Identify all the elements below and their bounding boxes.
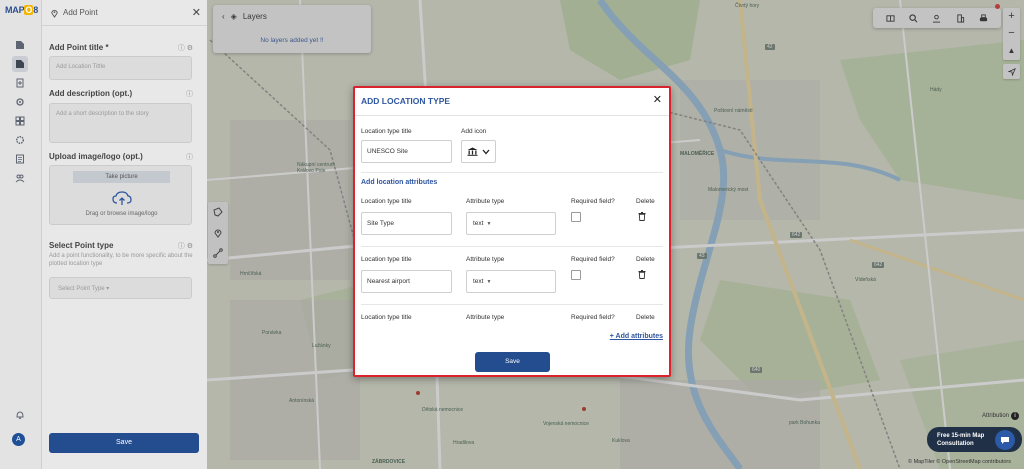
info-gear-icons[interactable]: ⓘ ⚙ <box>178 43 193 53</box>
info-icon[interactable]: ⓘ <box>186 89 193 99</box>
point-title-input[interactable]: Add Location Tittle <box>49 56 192 80</box>
take-picture-button[interactable]: Take picture <box>73 171 170 183</box>
attr-title-label: Location type title <box>361 314 412 321</box>
add-point-panel: Add Point ✕ Add Point title * ⓘ ⚙ Add Lo… <box>42 0 207 469</box>
drag-browse-text: Drag or browse image/logo <box>85 211 158 217</box>
edit-icon[interactable] <box>12 37 28 53</box>
attr-type-label: Attribute type <box>466 314 505 321</box>
point-type-label: Select Point type <box>49 241 114 250</box>
attributes-heading: Add location attributes <box>361 179 438 186</box>
trash-icon[interactable] <box>638 270 646 279</box>
close-icon[interactable]: ✕ <box>653 93 662 106</box>
chevron-down-icon <box>482 149 490 154</box>
chat-icon[interactable] <box>995 430 1015 450</box>
point-type-value: Select Point Type <box>58 286 105 292</box>
add-icon-label: Add icon <box>461 128 487 135</box>
map-copyright: © MapTiler © OpenStreetMap contributors <box>908 459 1011 465</box>
gear-icon[interactable] <box>12 132 28 148</box>
point-type-help: Add a point functionality, to be more sp… <box>49 253 193 267</box>
location-type-title-input[interactable]: UNESCO Site <box>361 140 452 163</box>
add-location-type-modal: ADD LOCATION TYPE ✕ Location type title … <box>353 86 671 377</box>
edit-active-icon[interactable] <box>12 56 28 72</box>
avatar[interactable]: A <box>12 433 25 446</box>
caret-down-icon: ▼ <box>486 221 492 227</box>
divider <box>361 304 663 305</box>
caret-down-icon: ▾ <box>106 286 110 292</box>
attribution[interactable]: Attribution i <box>982 412 1020 420</box>
point-type-select[interactable]: Select Point Type ▾ <box>49 277 192 299</box>
info-icon[interactable]: ⓘ <box>186 152 193 162</box>
app-logo[interactable]: MAPO8 <box>5 5 38 15</box>
attr-title-label: Location type title <box>361 198 412 205</box>
attr-type-label: Attribute type <box>466 256 505 263</box>
upload-dropzone[interactable]: Take picture Drag or browse image/logo <box>49 165 192 225</box>
required-label: Required field? <box>571 256 615 263</box>
icon-rail: MAPO8 A <box>0 0 42 469</box>
attr-title-input[interactable]: Nearest airport <box>361 270 452 293</box>
save-button[interactable]: Save <box>49 433 199 453</box>
panel-header: Add Point <box>42 0 207 26</box>
caret-down-icon: ▼ <box>486 279 492 285</box>
icon-picker[interactable] <box>461 140 496 163</box>
modal-save-button[interactable]: Save <box>475 352 550 372</box>
divider <box>361 172 663 173</box>
attr-title-input[interactable]: Site Type <box>361 212 452 235</box>
modal-title: ADD LOCATION TYPE <box>361 96 451 106</box>
settings-icon[interactable] <box>12 94 28 110</box>
museum-icon <box>467 147 478 156</box>
attr-type-label: Attribute type <box>466 198 505 205</box>
required-label: Required field? <box>571 198 615 205</box>
close-icon[interactable]: ✕ <box>192 6 201 19</box>
trash-icon[interactable] <box>638 212 646 221</box>
required-checkbox[interactable] <box>571 270 581 280</box>
description-input[interactable]: Add a short description to the story <box>49 103 192 143</box>
attr-type-select[interactable]: text ▼ <box>466 270 556 293</box>
delete-label: Delete <box>636 198 655 205</box>
delete-label: Delete <box>636 314 655 321</box>
attr-title-label: Location type title <box>361 256 412 263</box>
required-label: Required field? <box>571 314 615 321</box>
users-icon[interactable] <box>12 170 28 186</box>
required-checkbox[interactable] <box>571 212 581 222</box>
delete-label: Delete <box>636 256 655 263</box>
attr-type-select[interactable]: text ▼ <box>466 212 556 235</box>
cloud-upload-icon <box>112 191 132 205</box>
layers-grid-icon[interactable] <box>12 113 28 129</box>
add-doc-icon[interactable] <box>12 75 28 91</box>
info-icon: i <box>1011 412 1020 420</box>
panel-title: Add Point <box>63 8 98 17</box>
description-label: Add description (opt.) <box>49 89 133 98</box>
point-title-label: Add Point title * <box>49 43 109 52</box>
divider <box>361 246 663 247</box>
bell-icon[interactable] <box>12 407 28 423</box>
location-type-title-label: Location type title <box>361 128 412 135</box>
list-icon[interactable] <box>12 151 28 167</box>
add-attributes-link[interactable]: + Add attributes <box>610 333 663 340</box>
upload-label: Upload image/logo (opt.) <box>49 152 143 161</box>
map-pin-icon <box>51 9 58 18</box>
info-gear-icons[interactable]: ⓘ ⚙ <box>178 241 193 251</box>
modal-body[interactable]: Location type title UNESCO Site Add icon… <box>355 116 669 340</box>
